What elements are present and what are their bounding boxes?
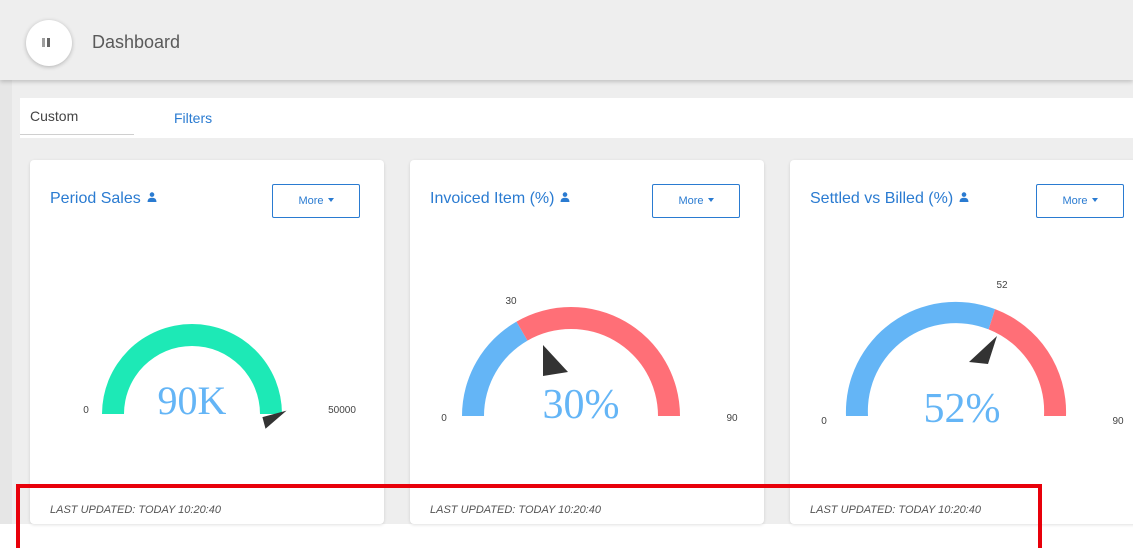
gauge-value: 52%: [924, 386, 1001, 432]
user-icon: [560, 192, 570, 202]
gauge-arc-value: [462, 321, 528, 416]
more-dropdown-button[interactable]: More: [272, 184, 360, 218]
gauge-value: 90K: [158, 378, 227, 423]
tab-custom[interactable]: Custom: [30, 108, 78, 124]
gauge-value: 30%: [543, 382, 620, 428]
more-dropdown-button[interactable]: More: [1036, 184, 1124, 218]
card-title: Settled vs Billed (%): [810, 190, 969, 208]
gauge-marker-label: 52: [996, 280, 1008, 291]
gauge-marker-label: 30: [505, 296, 517, 307]
page-title: Dashboard: [92, 32, 181, 52]
card-title: Invoiced Item (%): [430, 190, 570, 208]
gauge-pointer: [543, 345, 568, 376]
gauge-max-label: 90: [1112, 416, 1124, 427]
widget-card-invoiced-item: Invoiced Item (%) More 30% 0 90 30 LAST …: [410, 160, 764, 524]
top-app-bar: Dashboard: [0, 0, 1133, 80]
gauge-min-label: 0: [441, 413, 447, 424]
widget-card-settled-vs-billed: Settled vs Billed (%) More 52% 0 90 52 L…: [790, 160, 1133, 524]
gauge-period-sales: 90K 0 50000: [83, 324, 356, 429]
gauge-min-label: 0: [821, 416, 827, 427]
user-icon: [959, 192, 969, 202]
highlight-annotation-box: [16, 484, 1042, 548]
menu-icon: [42, 38, 56, 47]
sidebar-edge: [0, 80, 12, 524]
filter-bar: Custom Filters: [20, 98, 1133, 138]
user-icon: [147, 192, 157, 202]
gauge-invoiced-item: 30% 0 90 30: [441, 296, 738, 428]
gauge-min-label: 0: [83, 405, 89, 416]
gauge-max-label: 90: [726, 413, 738, 424]
gauge-pointer: [969, 336, 997, 364]
more-dropdown-button[interactable]: More: [652, 184, 740, 218]
caret-down-icon: [707, 198, 714, 202]
widget-card-period-sales: Period Sales More 90K 0 50000 LAST UPDAT…: [30, 160, 384, 524]
tab-filters[interactable]: Filters: [174, 110, 212, 126]
menu-toggle-button[interactable]: [26, 20, 72, 66]
card-title: Period Sales: [50, 190, 157, 208]
tab-underline: [20, 134, 134, 135]
gauge-max-label: 50000: [328, 405, 356, 416]
caret-down-icon: [1091, 198, 1098, 202]
caret-down-icon: [327, 198, 334, 202]
gauge-settled-vs-billed: 52% 0 90 52: [821, 280, 1124, 432]
